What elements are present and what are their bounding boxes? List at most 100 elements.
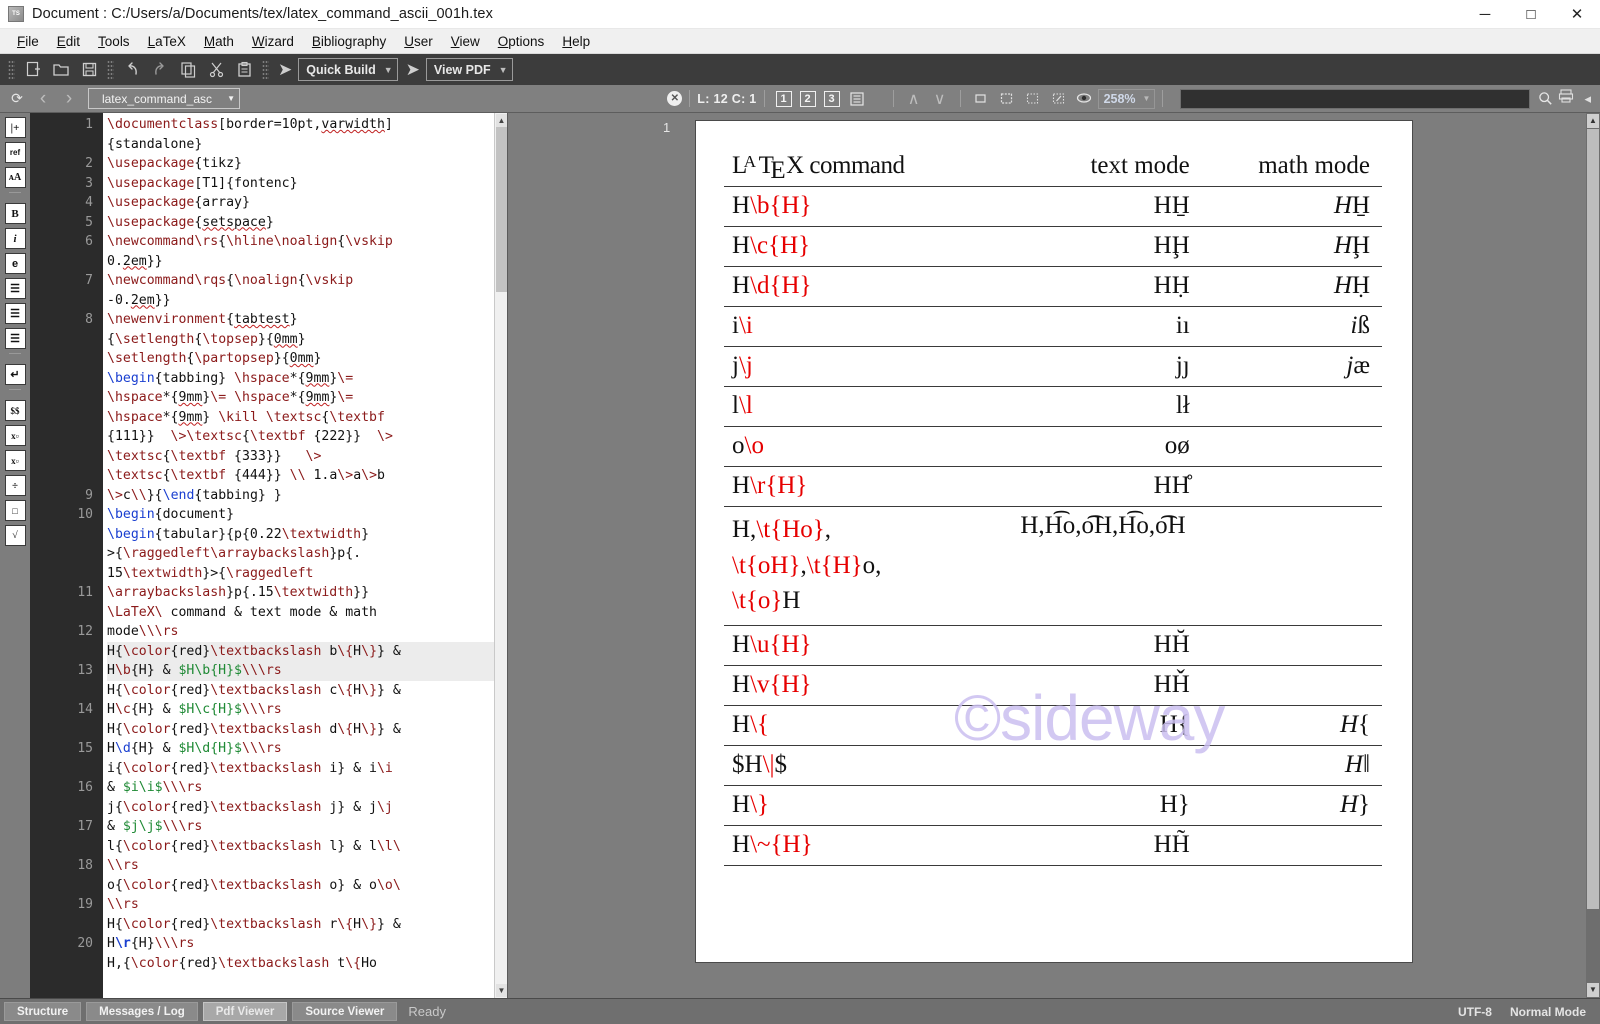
menu-tools[interactable]: Tools: [89, 31, 139, 52]
fit-page-icon[interactable]: [994, 88, 1020, 110]
scroll-up-arrow[interactable]: ▲: [496, 114, 507, 127]
newline-icon[interactable]: ↵: [4, 364, 26, 385]
layout-double-button[interactable]: 2: [799, 90, 816, 107]
paste-icon[interactable]: [230, 57, 258, 82]
close-button[interactable]: ✕: [1554, 0, 1600, 29]
pdf-search-input[interactable]: [1180, 88, 1531, 109]
refresh-icon[interactable]: ⟳: [4, 88, 30, 110]
subscript-icon[interactable]: x▫: [4, 425, 26, 446]
cell-text-mode: HH̃: [1002, 824, 1200, 865]
magnify-icon[interactable]: [1072, 88, 1098, 110]
divider: [689, 90, 691, 107]
align-center-icon[interactable]: ☰: [4, 303, 26, 324]
cell-math-mode: HḤ: [1199, 266, 1382, 307]
menu-bibliography[interactable]: Bibliography: [303, 31, 395, 52]
tab-structure[interactable]: Structure: [4, 1002, 82, 1021]
search-icon[interactable]: [1532, 88, 1558, 110]
source-code-text[interactable]: \documentclass[border=10pt,varwidth] {sta…: [103, 113, 494, 998]
insert-icon[interactable]: |+: [4, 117, 26, 138]
layout-triple-button[interactable]: 3: [823, 90, 840, 107]
sqrt-icon[interactable]: √: [4, 525, 26, 546]
view-pdf-select[interactable]: View PDF ▼: [425, 58, 513, 81]
back-icon[interactable]: ‹: [30, 88, 56, 110]
italic-icon[interactable]: i: [4, 228, 26, 249]
line-number-blank: [30, 759, 93, 779]
quick-build-select[interactable]: Quick Build ▼: [298, 58, 398, 81]
print-icon[interactable]: [1558, 89, 1574, 108]
window-controls: ─ □ ✕: [1462, 0, 1600, 29]
source-editor[interactable]: 1 2 3 4 5 6 7 8 9 10 11 12 13 14 15 16 1…: [30, 113, 508, 998]
forward-icon[interactable]: ›: [56, 88, 82, 110]
toolbar-grip-2[interactable]: [107, 59, 114, 80]
menu-wizard[interactable]: Wizard: [243, 31, 303, 52]
align-left-icon[interactable]: ☰: [4, 278, 26, 299]
chevron-down-icon-2: ▼: [498, 64, 508, 75]
table-row: $H\|$ H‖: [724, 744, 1382, 785]
align-right-icon[interactable]: ☰: [4, 328, 26, 349]
toolbar-grip[interactable]: [8, 59, 15, 80]
pdf-scroll-down-arrow[interactable]: ▼: [1587, 983, 1599, 997]
cut-icon[interactable]: [202, 57, 230, 82]
cell-text-mode: HḨ: [1002, 226, 1200, 267]
menu-user[interactable]: User: [395, 31, 442, 52]
next-page-icon[interactable]: ∨: [927, 88, 953, 110]
minimize-button[interactable]: ─: [1462, 0, 1508, 29]
undo-icon[interactable]: [118, 57, 146, 82]
open-document-select[interactable]: latex_command_asc ▼: [88, 88, 240, 109]
header-math-mode: math mode: [1258, 152, 1370, 179]
scroll-down-arrow[interactable]: ▼: [496, 984, 507, 997]
line-number-blank: [30, 525, 93, 545]
pdf-scroll-thumb[interactable]: [1587, 129, 1599, 909]
fit-width-icon[interactable]: [968, 88, 994, 110]
layout-single-button[interactable]: 1: [775, 90, 792, 107]
menu-math[interactable]: Math: [195, 31, 243, 52]
font-size-icon[interactable]: ᴀA: [4, 167, 26, 188]
menu-file[interactable]: File: [8, 31, 48, 52]
reference-icon[interactable]: ref: [4, 142, 26, 163]
editor-scrollbar[interactable]: ▲ ▼: [494, 113, 507, 998]
cell-math-mode: iß: [1199, 306, 1382, 347]
tab-messages-log[interactable]: Messages / Log: [86, 1002, 198, 1021]
view-run-icon[interactable]: ➤: [406, 60, 420, 80]
build-run-icon[interactable]: ➤: [278, 60, 292, 80]
math-inline-icon[interactable]: $$: [4, 400, 26, 421]
code-line-16: j{\color{red}\textbackslash j} & j\j & $j…: [107, 799, 393, 835]
redo-icon[interactable]: [146, 57, 174, 82]
line-number-blank: [30, 252, 93, 272]
division-icon[interactable]: ÷: [4, 475, 26, 496]
menu-view[interactable]: View: [442, 31, 489, 52]
cell-command: j\j: [724, 346, 1003, 387]
new-file-icon[interactable]: [19, 57, 47, 82]
menu-latex[interactable]: LaTeX: [139, 31, 195, 52]
fraction-icon[interactable]: □: [4, 500, 26, 521]
menu-edit[interactable]: Edit: [48, 31, 89, 52]
edit-mode-label[interactable]: Normal Mode: [1510, 1005, 1586, 1019]
menu-help[interactable]: Help: [553, 31, 599, 52]
close-document-icon[interactable]: ✕: [667, 91, 683, 106]
emphasis-icon[interactable]: e: [4, 253, 26, 274]
open-file-icon[interactable]: [47, 57, 75, 82]
pdf-viewer[interactable]: 1 ©sideway LA TEX command text mode math …: [508, 113, 1600, 998]
toolbar-grip-3[interactable]: [262, 59, 269, 80]
copy-icon[interactable]: [174, 57, 202, 82]
table-row: l\l lł: [724, 386, 1382, 427]
table-row: H\r{H} HH̊: [724, 466, 1382, 507]
zoom-in-icon[interactable]: [1046, 88, 1072, 110]
encoding-label[interactable]: UTF-8: [1458, 1005, 1492, 1019]
outline-icon[interactable]: [844, 88, 870, 110]
tab-source-viewer[interactable]: Source Viewer: [292, 1002, 398, 1021]
editor-scroll-thumb[interactable]: [496, 127, 507, 292]
bold-icon[interactable]: B: [4, 203, 26, 224]
collapse-panel-icon[interactable]: ◂: [1584, 91, 1591, 107]
pdf-scroll-up-arrow[interactable]: ▲: [1587, 114, 1599, 128]
save-file-icon[interactable]: [75, 57, 103, 82]
superscript-icon[interactable]: x▫: [4, 450, 26, 471]
maximize-button[interactable]: □: [1508, 0, 1554, 29]
divider-5: [1162, 90, 1164, 107]
zoom-level-select[interactable]: 258% ▼: [1097, 88, 1156, 109]
zoom-out-icon[interactable]: [1020, 88, 1046, 110]
tab-pdf-viewer[interactable]: Pdf Viewer: [202, 1002, 288, 1021]
menu-options[interactable]: Options: [489, 31, 554, 52]
prev-page-icon[interactable]: ∧: [901, 88, 927, 110]
pdf-scrollbar[interactable]: ▲ ▼: [1586, 113, 1600, 998]
